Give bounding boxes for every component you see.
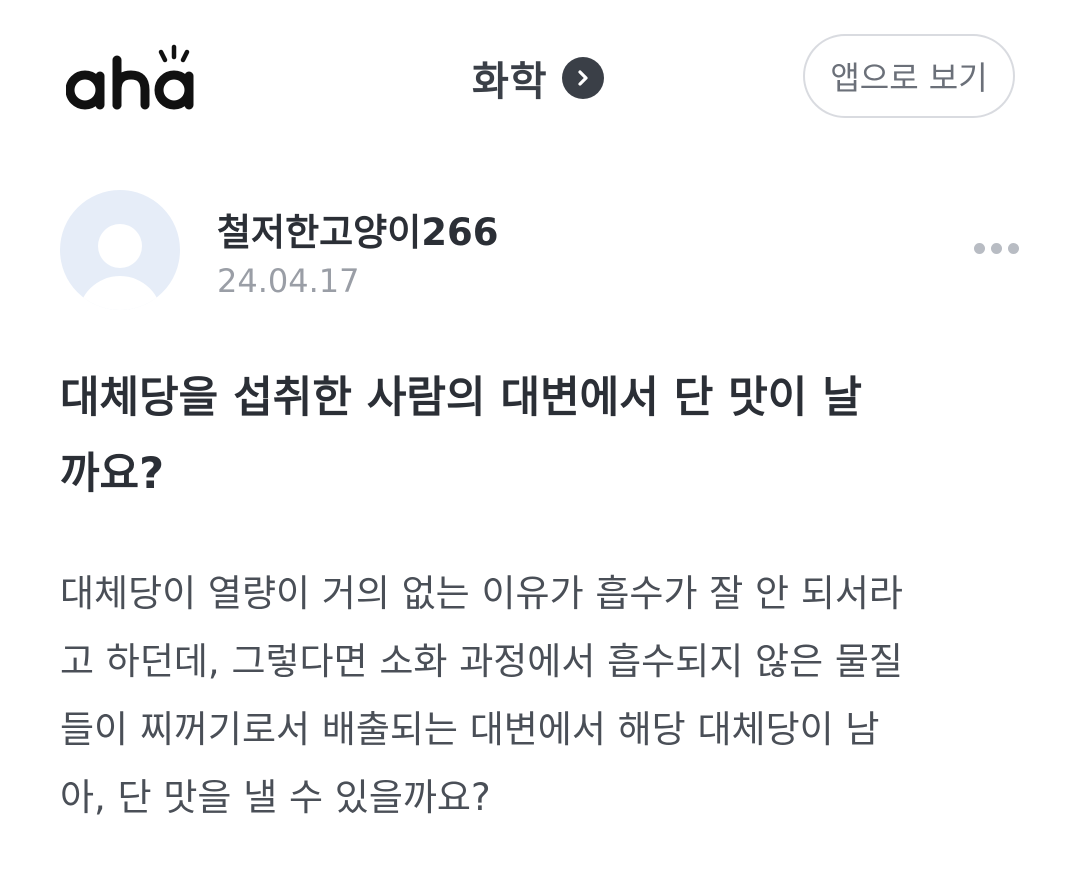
more-dot-icon: [1007, 242, 1019, 254]
aha-logo[interactable]: [66, 42, 206, 114]
title-line: 까요?: [60, 449, 165, 499]
post-date: 24.04.17: [217, 262, 360, 300]
question-body: 대체당이 열량이 거의 없는 이유가 흡수가 잘 안 되서라고 하던데, 그렇다…: [60, 560, 1020, 832]
body-line: 고 하던데, 그렇다면 소화 과정에서 흡수되지 않은 물질: [60, 640, 903, 683]
more-options-button[interactable]: [968, 228, 1024, 268]
body-line: 아, 단 맛을 낼 수 있을까요?: [60, 776, 491, 819]
avatar-head: [98, 224, 142, 268]
author-name[interactable]: 철저한고양이266: [217, 202, 498, 256]
more-dot-icon: [973, 242, 985, 254]
category-link[interactable]: 화학: [472, 52, 604, 105]
top-header: 화학 앱으로 보기: [0, 0, 1080, 155]
title-line: 대체당을 섭취한 사람의 대변에서 단 맛이 날: [60, 373, 862, 423]
body-line: 들이 찌꺼기로서 배출되는 대변에서 해당 대체당이 남: [60, 708, 880, 751]
avatar-body: [78, 276, 162, 310]
user-avatar-icon[interactable]: [60, 190, 180, 310]
more-dot-icon: [990, 242, 1002, 254]
author-info: 철저한고양이266 24.04.17: [60, 190, 1020, 310]
category-label: 화학: [472, 59, 548, 105]
question-title: 대체당을 섭취한 사람의 대변에서 단 맛이 날까요?: [60, 360, 1020, 512]
body-line: 대체당이 열량이 거의 없는 이유가 흡수가 잘 안 되서라: [60, 572, 903, 615]
open-in-app-button[interactable]: 앱으로 보기: [803, 34, 1015, 118]
chevron-right-icon: [561, 57, 604, 99]
